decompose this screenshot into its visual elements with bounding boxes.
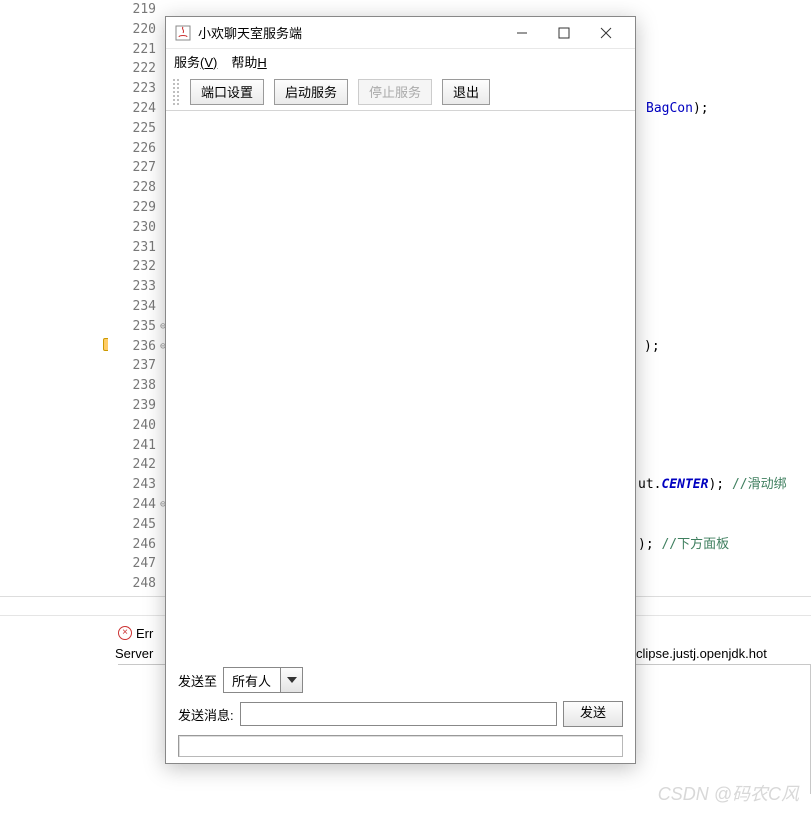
line-number: 232: [108, 257, 156, 277]
line-number: 247: [108, 554, 156, 574]
line-number: 235⊖: [108, 317, 156, 337]
error-log-tab-label[interactable]: Err: [136, 626, 153, 641]
line-number: 219: [108, 0, 156, 20]
line-number: 226: [108, 139, 156, 159]
bottom-panel: 发送至 所有人 发送消息: 发送: [166, 657, 635, 763]
java-app-icon: [174, 24, 192, 42]
line-number: 243: [108, 475, 156, 495]
stop-service-button: 停止服务: [358, 79, 432, 105]
line-number: 248: [108, 574, 156, 594]
toolbar-grip-icon[interactable]: [172, 78, 180, 106]
line-number: 230: [108, 218, 156, 238]
start-service-button[interactable]: 启动服务: [274, 79, 348, 105]
log-area[interactable]: [166, 111, 635, 657]
line-number: 238: [108, 376, 156, 396]
line-number: 229: [108, 198, 156, 218]
line-number: 223: [108, 79, 156, 99]
message-input[interactable]: [240, 702, 557, 726]
line-number: 241: [108, 436, 156, 456]
line-number: 227: [108, 158, 156, 178]
menu-help[interactable]: 帮助H: [231, 52, 266, 71]
line-number: 222: [108, 59, 156, 79]
line-number: 228: [108, 178, 156, 198]
exit-button[interactable]: 退出: [442, 79, 490, 105]
window-title: 小欢聊天室服务端: [198, 23, 501, 42]
line-number-gutter: 219 220 221 222 223 224 225 226 227 228 …: [108, 0, 162, 594]
line-number: 220: [108, 20, 156, 40]
line-number: 242: [108, 455, 156, 475]
status-bar: [178, 735, 623, 757]
chevron-down-icon[interactable]: [280, 668, 302, 692]
line-number: 224: [108, 99, 156, 119]
send-msg-label: 发送消息:: [178, 705, 234, 724]
titlebar[interactable]: 小欢聊天室服务端: [166, 17, 635, 49]
line-number: 225: [108, 119, 156, 139]
line-number: 239: [108, 396, 156, 416]
line-number: 245: [108, 515, 156, 535]
line-number: 237: [108, 356, 156, 376]
console-header: Server: [115, 646, 153, 661]
line-number: 221: [108, 40, 156, 60]
menubar: 服务(V) 帮助H: [166, 49, 635, 73]
line-number: 244⊖: [108, 495, 156, 515]
line-number: 236⊖: [108, 337, 156, 357]
toolbar: 端口设置 启动服务 停止服务 退出: [166, 73, 635, 111]
line-number: 234: [108, 297, 156, 317]
console-header-right: clipse.justj.openjdk.hot: [636, 646, 767, 661]
send-to-value: 所有人: [224, 671, 280, 690]
line-number: 240: [108, 416, 156, 436]
send-to-label: 发送至: [178, 671, 217, 690]
chat-server-window: 小欢聊天室服务端 服务(V) 帮助H 端口设置 启动服务 停止服务 退出 发送至: [165, 16, 636, 764]
line-number: 246: [108, 535, 156, 555]
send-button[interactable]: 发送: [563, 701, 623, 727]
port-settings-button[interactable]: 端口设置: [190, 79, 264, 105]
line-number: 233: [108, 277, 156, 297]
close-button[interactable]: [585, 19, 627, 47]
line-number: 231: [108, 238, 156, 258]
minimize-button[interactable]: [501, 19, 543, 47]
maximize-button[interactable]: [543, 19, 585, 47]
send-to-combo[interactable]: 所有人: [223, 667, 303, 693]
error-icon[interactable]: ×: [118, 626, 132, 640]
menu-service[interactable]: 服务(V): [174, 52, 217, 71]
